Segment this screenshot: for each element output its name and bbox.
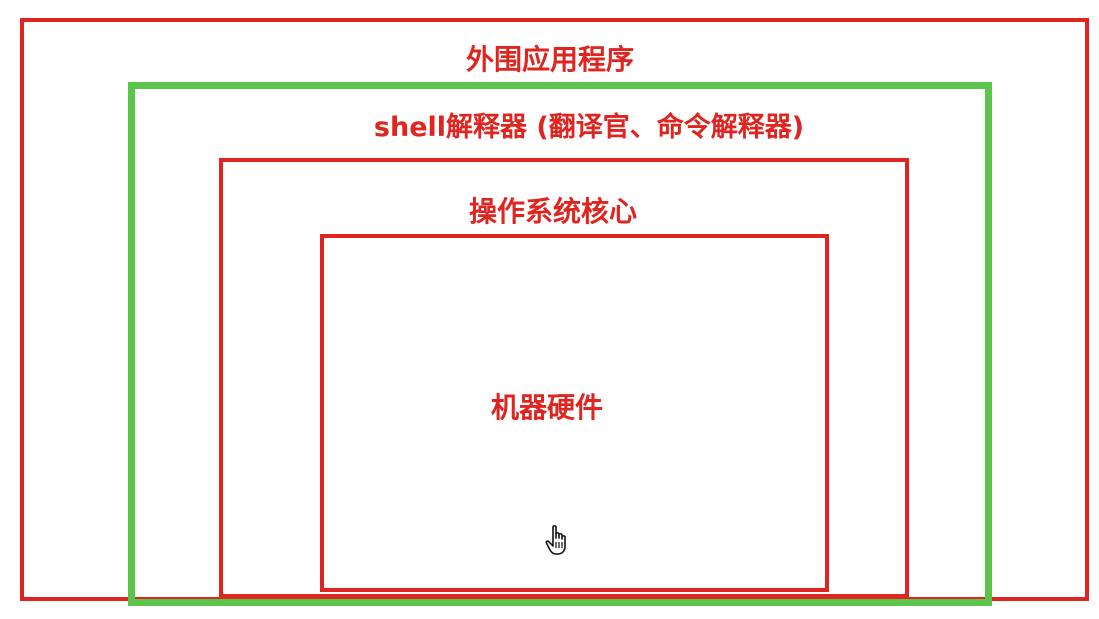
hand-pointer-icon <box>545 525 566 555</box>
hardware-label: 机器硬件 <box>490 391 604 424</box>
diagram-canvas: { "layers": { "outer_apps": { "label": "… <box>0 0 1099 619</box>
kernel-label: 操作系统核心 <box>468 195 638 228</box>
outer-apps-label: 外围应用程序 <box>465 43 635 76</box>
shell-label: shell解释器 (翻译官、命令解释器) <box>373 112 805 143</box>
